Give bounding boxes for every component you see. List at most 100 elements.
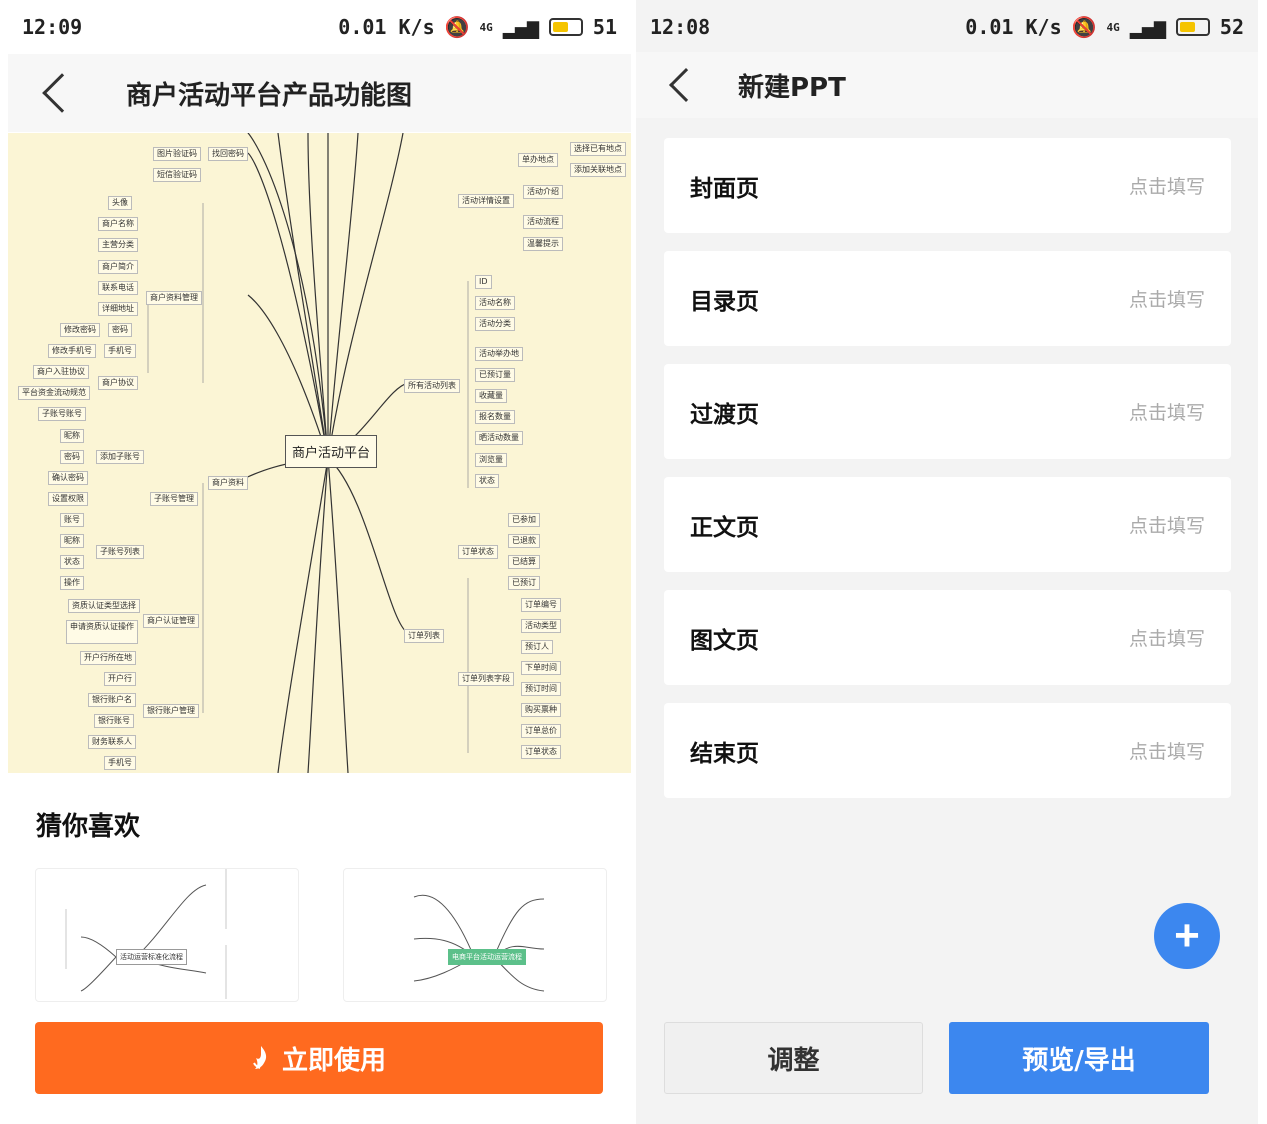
ppt-item-name: 正文页 — [690, 514, 759, 541]
mm-node: 订单状态 — [521, 745, 561, 759]
page-title: 新建PPT — [738, 72, 846, 103]
mm-node: 图片验证码 — [153, 147, 201, 161]
mm-node: 密码 — [108, 323, 132, 337]
ppt-item-hint: 点击填写 — [1128, 741, 1205, 763]
mm-node: 操作 — [60, 576, 84, 590]
ppt-item-transition[interactable]: 过渡页 点击填写 — [664, 364, 1231, 459]
ppt-page-list: 封面页 点击填写 目录页 点击填写 过渡页 点击填写 正文页 点击填写 图文页 … — [664, 138, 1231, 816]
ppt-item-hint: 点击填写 — [1128, 176, 1205, 198]
mm-node: 手机号 — [104, 344, 136, 358]
mm-node: 已参加 — [508, 513, 540, 527]
mm-node: 已退款 — [508, 534, 540, 548]
mm-node: 子账号管理 — [150, 492, 198, 506]
mm-node: 报名数量 — [475, 410, 515, 424]
status-bar: 12:08 0.01 K/s 🔕 4G ▂▄▆ 52 — [636, 0, 1258, 54]
thumbnail-center-label: 电商平台活动运营流程 — [448, 949, 526, 965]
mm-node: 商户简介 — [98, 260, 138, 274]
mm-node: 已预订 — [508, 576, 540, 590]
thumbnail-lines — [413, 894, 545, 992]
mm-node: 晒活动数量 — [475, 431, 523, 445]
mm-node: 下单时间 — [521, 661, 561, 675]
template-thumbnail-2[interactable]: 电商平台活动运营流程 — [343, 868, 607, 1002]
mm-node: 资质认证类型选择 — [68, 599, 140, 613]
network-type: 4G — [1106, 20, 1120, 34]
mindmap-preview[interactable]: 图片验证码 短信验证码 找回密码 头像 商户名称 主营分类 商户简介 联系电话 … — [8, 133, 631, 773]
page-title: 商户活动平台产品功能图 — [126, 80, 413, 111]
mm-node: 商户资料 — [208, 476, 248, 490]
network-type: 4G — [479, 20, 493, 34]
mm-node: 详细地址 — [98, 302, 138, 316]
mute-icon: 🔕 — [444, 15, 470, 39]
bottom-action-bar: 调整 预览/导出 — [636, 1000, 1258, 1124]
mm-node: 添加子账号 — [96, 450, 144, 464]
mm-node: 商户资料管理 — [146, 291, 202, 305]
use-now-label: 立即使用 — [281, 1044, 386, 1075]
mm-node: 已预订量 — [475, 368, 515, 382]
adjust-button[interactable]: 调整 — [664, 1022, 923, 1094]
ppt-item-toc[interactable]: 目录页 点击填写 — [664, 251, 1231, 346]
mm-node: 所有活动列表 — [404, 379, 460, 393]
status-time: 12:09 — [22, 15, 83, 39]
mm-node: 主营分类 — [98, 238, 138, 252]
mindmap-center-node: 商户活动平台 — [285, 435, 378, 468]
battery-icon — [548, 18, 583, 36]
mm-node: 财务联系人 — [88, 735, 136, 749]
use-now-button[interactable]: 立即使用 — [35, 1022, 603, 1094]
mm-node: 修改密码 — [60, 323, 100, 337]
mm-node: 昵称 — [60, 429, 84, 443]
mm-node: 开户行 — [104, 672, 136, 686]
ppt-item-name: 结束页 — [690, 740, 759, 767]
preview-export-button[interactable]: 预览/导出 — [949, 1022, 1209, 1094]
back-arrow-icon[interactable] — [669, 68, 703, 102]
mm-node: 温馨提示 — [523, 237, 563, 251]
battery-level: 52 — [1219, 15, 1244, 39]
mm-node: 手机号 — [104, 756, 136, 770]
mm-node: 添加关联地点 — [570, 163, 626, 177]
recommend-title: 猜你喜欢 — [36, 812, 141, 842]
mm-node: 头像 — [108, 196, 132, 210]
ppt-item-image-text[interactable]: 图文页 点击填写 — [664, 590, 1231, 685]
flame-icon — [253, 1046, 267, 1069]
mm-node: 订单状态 — [458, 545, 498, 559]
mm-node: 订单列表 — [404, 629, 444, 643]
mm-node: ID — [475, 275, 492, 289]
ppt-item-hint: 点击填写 — [1128, 289, 1205, 311]
ppt-item-cover[interactable]: 封面页 点击填写 — [664, 138, 1231, 233]
network-speed: 0.01 K/s — [338, 15, 435, 39]
mm-node: 申请资质认证操作 — [66, 620, 138, 644]
battery-icon — [1175, 18, 1210, 36]
mm-node: 平台资金流动规范 — [18, 386, 90, 400]
add-page-button[interactable]: + — [1154, 903, 1220, 969]
ppt-item-body[interactable]: 正文页 点击填写 — [664, 477, 1231, 572]
right-screen: 12:08 0.01 K/s 🔕 4G ▂▄▆ 52 新建PPT 封面页 点击填… — [636, 0, 1258, 1124]
mm-node: 单办地点 — [518, 153, 558, 167]
ppt-item-hint: 点击填写 — [1128, 515, 1205, 537]
mm-node: 商户认证管理 — [143, 614, 199, 628]
template-thumbnail-1[interactable]: 活动运营标准化流程 — [35, 868, 299, 1002]
plus-icon: + — [1174, 911, 1200, 960]
mm-node: 联系电话 — [98, 281, 138, 295]
mm-node: 活动流程 — [523, 215, 563, 229]
mm-node: 收藏量 — [475, 389, 507, 403]
mm-node: 活动名称 — [475, 296, 515, 310]
back-arrow-icon[interactable] — [42, 73, 82, 113]
mm-node: 账号 — [60, 513, 84, 527]
mm-node: 昵称 — [60, 534, 84, 548]
ppt-item-hint: 点击填写 — [1128, 402, 1205, 424]
app-bar: 新建PPT — [636, 52, 1258, 118]
ppt-item-name: 图文页 — [690, 627, 759, 654]
status-time: 12:08 — [650, 15, 711, 39]
mm-node: 活动类型 — [521, 619, 561, 633]
mm-node: 子账号列表 — [96, 545, 144, 559]
status-icons: 0.01 K/s 🔕 4G ▂▄▆ 51 — [338, 15, 617, 39]
mm-node: 状态 — [475, 474, 499, 488]
ppt-item-name: 过渡页 — [690, 401, 759, 428]
thumbnail-center-label: 活动运营标准化流程 — [116, 949, 187, 965]
mm-node: 订单列表字段 — [458, 672, 514, 686]
mm-node: 活动介绍 — [523, 185, 563, 199]
ppt-item-ending[interactable]: 结束页 点击填写 — [664, 703, 1231, 798]
mm-node: 预订时间 — [521, 682, 561, 696]
mm-node: 活动分类 — [475, 317, 515, 331]
mm-node: 商户入驻协议 — [33, 365, 89, 379]
status-icons: 0.01 K/s 🔕 4G ▂▄▆ 52 — [965, 15, 1244, 39]
